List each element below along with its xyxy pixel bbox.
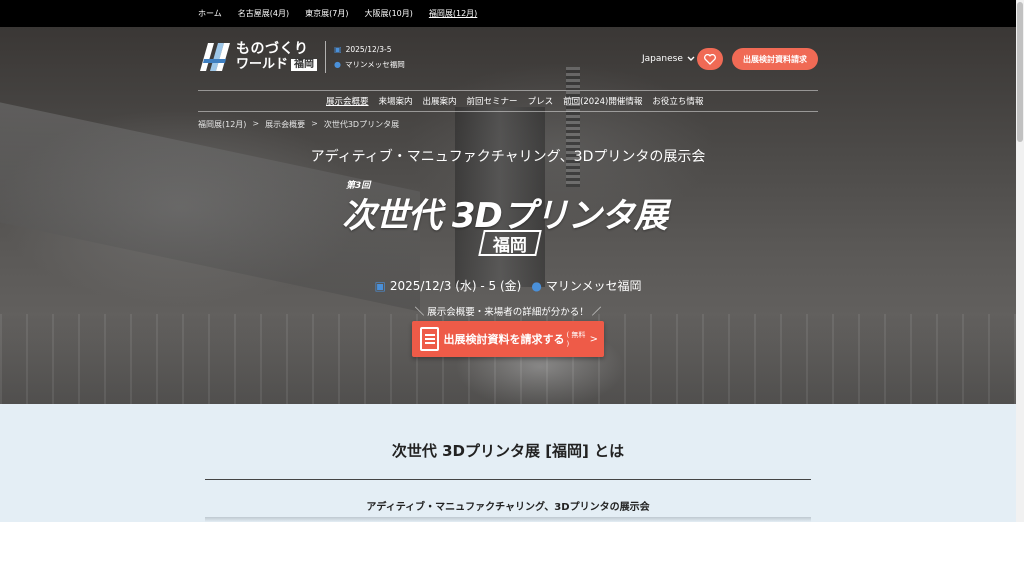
nav-bottom-divider bbox=[198, 111, 818, 112]
site-header: ものづくり ワールド 福岡 ▣ 2025/12/3-5 ● マリンメッセ福岡 Japa… bbox=[0, 27, 1016, 91]
location-pin-icon: ● bbox=[334, 60, 341, 69]
event-venue: マリンメッセ福岡 bbox=[345, 60, 405, 69]
nav-item-press[interactable]: プレス bbox=[528, 95, 554, 107]
hero-date: 2025/12/3 (水) - 5 (金) bbox=[389, 279, 522, 293]
hero-venue: マリンメッセ福岡 bbox=[545, 279, 642, 293]
top-link-nagoya[interactable]: 名古屋展(4月) bbox=[238, 8, 289, 19]
hero-cta-free: ( 無料 ) bbox=[566, 331, 586, 348]
nav-item-resources[interactable]: お役立ち情報 bbox=[652, 95, 703, 107]
logo-badge: 福岡 bbox=[291, 59, 318, 71]
breadcrumb-item-current: 次世代3Dプリンタ展 bbox=[323, 120, 400, 129]
favorite-button[interactable] bbox=[697, 48, 723, 70]
logo-line2: ワールド 福岡 bbox=[236, 57, 318, 72]
nav-item-exhibitors[interactable]: 出展案内 bbox=[423, 95, 457, 107]
heart-icon bbox=[704, 53, 716, 65]
hero-event-info: ▣ 2025/12/3 (水) - 5 (金) ● マリンメッセ福岡 bbox=[0, 277, 1016, 294]
chevron-down-icon bbox=[687, 56, 695, 61]
language-selector[interactable]: Japanese bbox=[642, 54, 695, 64]
hero-cta-label: 出展検討資料を請求する bbox=[443, 333, 565, 346]
about-heading: 次世代 3Dプリンタ展 [福岡] とは bbox=[391, 442, 625, 460]
logo-line1: ものづくり bbox=[236, 41, 309, 57]
hero-title-logo: 第3回 次世代 3Dプリンタ展 福岡 bbox=[338, 178, 678, 260]
logo-text: ものづくり ワールド 福岡 bbox=[236, 41, 318, 72]
site-logo[interactable]: ものづくり ワールド 福岡 ▣ 2025/12/3-5 ● マリンメッセ福岡 bbox=[198, 41, 405, 73]
page-scrollbar[interactable] bbox=[1016, 0, 1024, 522]
top-link-tokyo[interactable]: 東京展(7月) bbox=[305, 8, 348, 19]
top-links: ホーム 名古屋展(4月) 東京展(7月) 大阪展(10月) 福岡展(12月) bbox=[198, 0, 477, 27]
about-text-cutoff bbox=[205, 517, 811, 522]
nav-item-visitors[interactable]: 来場案内 bbox=[379, 95, 413, 107]
calendar-icon: ▣ bbox=[374, 279, 386, 293]
breadcrumb: 福岡展(12月) > 展示会概要 > 次世代3Dプリンタ展 bbox=[198, 119, 399, 130]
about-section: 次世代 3Dプリンタ展 [福岡] とは アディティブ・マニュファクチャリング、3… bbox=[0, 404, 1016, 522]
main-nav: 展示会概要 来場案内 出展案内 前回セミナー プレス 前回(2024)開催情報 … bbox=[326, 90, 703, 111]
hero-title-badge: 福岡 bbox=[478, 230, 542, 256]
document-icon bbox=[420, 327, 440, 351]
nav-item-previous[interactable]: 前回(2024)開催情報 bbox=[563, 95, 642, 107]
event-venue-row: ● マリンメッセ福岡 bbox=[334, 57, 405, 72]
hero-subtitle: アディティブ・マニュファクチャリング、3Dプリンタの展示会 bbox=[310, 149, 706, 165]
calendar-icon: ▣ bbox=[334, 45, 342, 54]
hero-venue-row: ● マリンメッセ福岡 bbox=[531, 277, 641, 294]
breadcrumb-separator: > bbox=[252, 119, 260, 128]
logo-divider bbox=[325, 41, 327, 73]
scrollbar-thumb[interactable] bbox=[1017, 2, 1023, 142]
about-subheading: アディティブ・マニュファクチャリング、3Dプリンタの展示会 bbox=[366, 502, 650, 513]
event-date: 2025/12/3-5 bbox=[345, 45, 392, 54]
top-link-home[interactable]: ホーム bbox=[198, 8, 222, 19]
chevron-right-icon: > bbox=[589, 333, 598, 345]
top-link-fukuoka[interactable]: 福岡展(12月) bbox=[429, 8, 477, 19]
hero-note: ＼ 展示会概要・来場者の詳細が分かる！ ／ bbox=[414, 307, 602, 318]
language-label: Japanese bbox=[642, 54, 683, 64]
nav-item-seminars[interactable]: 前回セミナー bbox=[467, 95, 518, 107]
breadcrumb-item-overview[interactable]: 展示会概要 bbox=[265, 119, 305, 130]
hero-date-row: ▣ 2025/12/3 (水) - 5 (金) bbox=[375, 277, 522, 294]
logo-mark-icon bbox=[198, 41, 232, 73]
breadcrumb-separator: > bbox=[311, 119, 318, 128]
location-pin-icon: ● bbox=[531, 279, 542, 293]
event-meta: ▣ 2025/12/3-5 ● マリンメッセ福岡 bbox=[334, 42, 405, 72]
request-materials-button[interactable]: 出展検討資料請求 bbox=[732, 48, 818, 70]
event-date-row: ▣ 2025/12/3-5 bbox=[334, 42, 405, 57]
about-divider bbox=[205, 479, 811, 480]
top-link-osaka[interactable]: 大阪展(10月) bbox=[364, 8, 412, 19]
breadcrumb-item-fukuoka[interactable]: 福岡展(12月) bbox=[198, 119, 246, 130]
hero-request-materials-button[interactable]: 出展検討資料を請求する ( 無料 ) > bbox=[412, 321, 604, 357]
nav-item-overview[interactable]: 展示会概要 bbox=[326, 95, 369, 107]
hero-title-badge-text: 福岡 bbox=[493, 235, 527, 256]
logo-line2-text: ワールド bbox=[236, 57, 289, 72]
top-bar: ホーム 名古屋展(4月) 東京展(7月) 大阪展(10月) 福岡展(12月) bbox=[0, 0, 1016, 27]
